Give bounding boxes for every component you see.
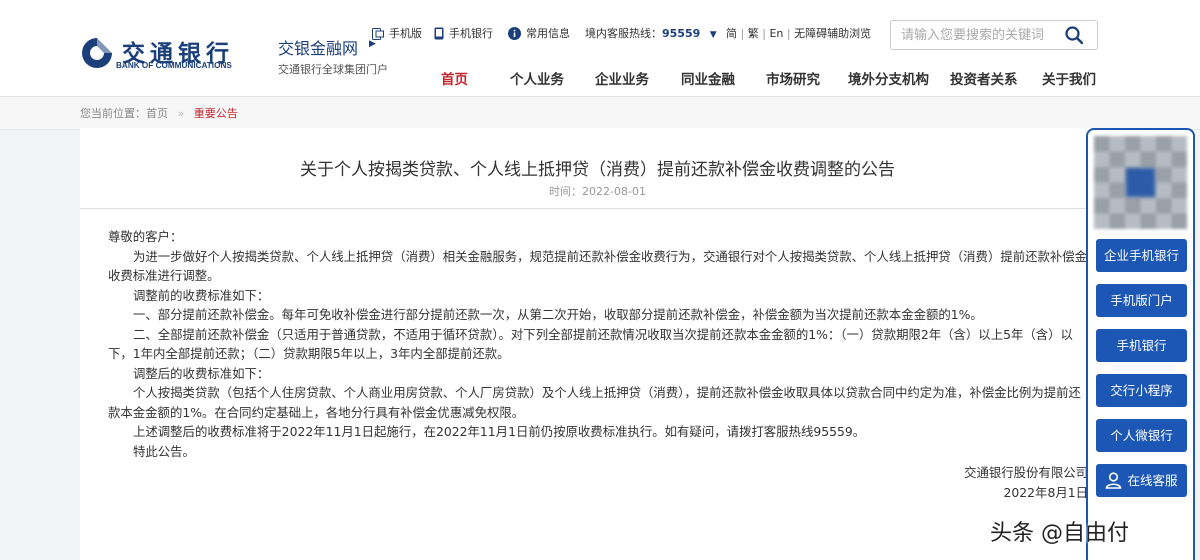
portal-name-link[interactable]: 交银金融网 — [278, 35, 358, 59]
nav-personal[interactable]: 个人业务 — [510, 68, 564, 88]
article-title: 关于个人按揭类贷款、个人线上抵押贷（消费）提前还款补偿金收费调整的公告 — [300, 160, 895, 180]
article-panel: 关于个人按揭类贷款、个人线上抵押贷（消费）提前还款补偿金收费调整的公告 时间：2… — [80, 128, 1090, 560]
hotline-label: 境内客服热线： — [585, 27, 662, 40]
portal-subtitle: 交通银行全球集团门户 — [278, 63, 388, 76]
nav-corporate[interactable]: 企业业务 — [595, 68, 649, 88]
phone-icon — [434, 27, 444, 40]
divider — [80, 208, 1090, 209]
article-closing: 特此公告。 — [133, 443, 195, 459]
user-icon — [1106, 472, 1122, 489]
corporate-mobile-bank-button[interactable]: 企业手机银行 — [1096, 239, 1187, 272]
article-paragraph: 上述调整后的收费标准将于2022年11月1日起施行，在2022年11月1日前仍按… — [133, 424, 866, 439]
accessibility-link[interactable]: 无障碍辅助浏览 — [794, 27, 871, 40]
nav-investor-relations[interactable]: 投资者关系 — [950, 68, 1018, 88]
online-service-button[interactable]: 在线客服 — [1096, 464, 1187, 497]
search-box — [890, 20, 1098, 50]
lang-english[interactable]: En — [769, 27, 783, 40]
logo-en-text: BANK OF COMMUNICATIONS — [116, 61, 232, 70]
mobile-bank-button[interactable]: 手机银行 — [1096, 329, 1187, 362]
mini-program-button[interactable]: 交行小程序 — [1096, 374, 1187, 407]
header: 交通银行 BANK OF COMMUNICATIONS 交银金融网 ▶ 交通银行… — [0, 0, 1200, 96]
breadcrumb-separator: » — [177, 107, 185, 120]
chevron-down-icon: ▼ — [709, 30, 717, 40]
online-service-label: 在线客服 — [1127, 473, 1178, 488]
article-paragraph: 一、部分提前还款补偿金。每年可免收补偿金进行部分提前还款一次，从第二次开始，收取… — [133, 307, 983, 322]
hotline-number: 95559 — [662, 27, 701, 40]
watermark: 头条 @自由付 — [990, 521, 1129, 546]
breadcrumb-bar: 您当前位置：首页 » 重要公告 — [0, 96, 1200, 130]
article-paragraph: 调整前的收费标准如下： — [133, 287, 270, 303]
search-input[interactable] — [901, 27, 1051, 43]
lang-traditional[interactable]: 繁 — [748, 27, 759, 40]
bank-logo[interactable]: 交通银行 BANK OF COMMUNICATIONS — [80, 36, 270, 76]
breadcrumb-prefix: 您当前位置： — [80, 107, 146, 120]
hotline-dropdown[interactable]: 境内客服热线：95559 ▼ — [585, 26, 717, 42]
nav-interbank[interactable]: 同业金融 — [681, 68, 735, 88]
article-sign-date: 2022年8月1日 — [1003, 484, 1088, 500]
mobile-version-label: 手机版 — [389, 27, 422, 40]
breadcrumb-home[interactable]: 首页 — [146, 107, 168, 120]
bank-logo-mark-icon — [82, 38, 112, 68]
article-paragraph: 为进一步做好个人按揭类贷款、个人线上抵押贷（消费）相关金融服务，规范提前还款补偿… — [108, 248, 1088, 284]
nav-overseas-branches[interactable]: 境外分支机构 — [848, 68, 929, 88]
common-info-link[interactable]: 常用信息 — [508, 26, 570, 42]
floating-sidebar: 企业手机银行 手机版门户 手机银行 交行小程序 个人微银行 在线客服 — [1086, 128, 1195, 560]
nav-about-us[interactable]: 关于我们 — [1042, 68, 1096, 88]
lang-simplified[interactable]: 简 — [726, 27, 737, 40]
article-paragraph: 二、全部提前还款补偿金（只适用于普通贷款，不适用于循环贷款）。对下列全部提前还款… — [108, 326, 1073, 362]
common-info-label: 常用信息 — [526, 27, 570, 40]
article-salutation: 尊敬的客户： — [108, 229, 183, 244]
mobile-version-link[interactable]: 手机版 — [372, 26, 422, 42]
article-signature: 交通银行股份有限公司 — [964, 465, 1088, 480]
nav-home[interactable]: 首页 — [441, 68, 468, 88]
breadcrumb: 您当前位置：首页 » 重要公告 — [80, 105, 238, 121]
article-date: 时间：2022-08-01 — [549, 185, 646, 198]
info-icon — [508, 27, 521, 40]
qr-code — [1094, 136, 1187, 229]
mobile-bank-link[interactable]: 手机银行 — [434, 26, 493, 42]
breadcrumb-current[interactable]: 重要公告 — [194, 107, 238, 120]
article-paragraph: 个人按揭类贷款（包括个人住房贷款、个人商业用房贷款、个人厂房贷款）及个人线上抵押… — [108, 385, 1081, 420]
article-body: 尊敬的客户： 为进一步做好个人按揭类贷款、个人线上抵押贷（消费）相关金融服务，规… — [108, 227, 1088, 502]
mobile-portal-button[interactable]: 手机版门户 — [1096, 284, 1187, 317]
mobile-version-icon — [372, 28, 384, 40]
personal-wechat-bank-button[interactable]: 个人微银行 — [1096, 419, 1187, 452]
article-paragraph: 调整后的收费标准如下： — [133, 365, 270, 381]
language-switcher: 简 | 繁 | En | 无障碍辅助浏览 — [726, 27, 872, 40]
mobile-bank-label: 手机银行 — [449, 27, 493, 40]
search-icon[interactable] — [1065, 26, 1083, 44]
nav-market-research[interactable]: 市场研究 — [766, 68, 820, 88]
